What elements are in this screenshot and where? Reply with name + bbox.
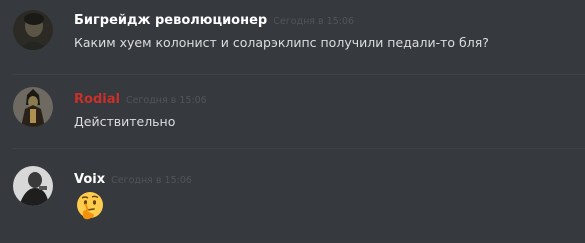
timestamp: Сегодня в 15:06 bbox=[273, 16, 355, 27]
thinking-face-emoji-icon bbox=[75, 190, 107, 222]
skeleton-warrior-avatar-icon bbox=[13, 87, 53, 127]
username[interactable]: Бигрейдж революционер bbox=[74, 13, 267, 28]
message-content: Каким хуем колонист и соларэклипс получи… bbox=[74, 35, 489, 50]
message-header: Voix Сегодня в 15:06 bbox=[74, 170, 192, 189]
grayscale-photo-avatar-icon bbox=[13, 166, 53, 206]
avatar[interactable] bbox=[13, 87, 53, 127]
avatar[interactable] bbox=[13, 166, 53, 206]
username[interactable]: Voix bbox=[74, 172, 105, 187]
message-group-3: Voix Сегодня в 15:06 bbox=[0, 149, 585, 243]
message-header: Бигрейдж революционер Сегодня в 15:06 bbox=[74, 11, 354, 30]
message-header: Rodial Сегодня в 15:06 bbox=[74, 90, 207, 109]
timestamp: Сегодня в 15:06 bbox=[125, 95, 207, 106]
avatar[interactable] bbox=[13, 10, 53, 50]
username[interactable]: Rodial bbox=[74, 92, 120, 107]
message-content: Действительно bbox=[74, 114, 176, 129]
dark-portrait-avatar-icon bbox=[13, 10, 53, 50]
message-group-2: Rodial Сегодня в 15:06 Действительно bbox=[0, 75, 585, 148]
timestamp: Сегодня в 15:06 bbox=[111, 175, 192, 186]
message-group-1: Бигрейдж революционер Сегодня в 15:06 Как… bbox=[0, 0, 585, 74]
